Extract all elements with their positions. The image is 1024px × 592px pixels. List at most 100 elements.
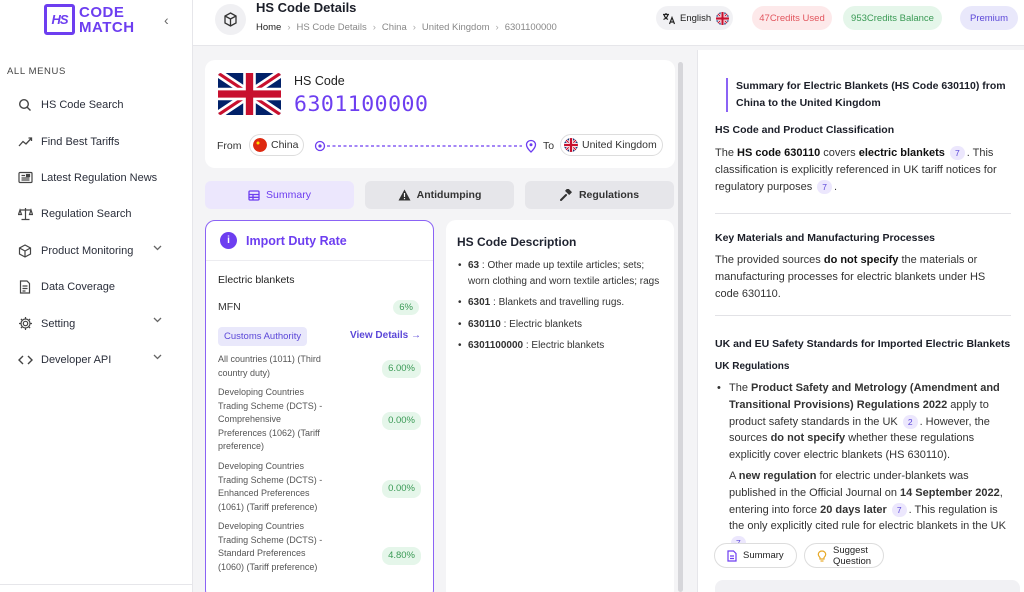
logo-text: CODE MATCH [79, 5, 135, 35]
sidebar-item-label: Data Coverage [41, 281, 115, 294]
uk-flag-icon [716, 11, 730, 25]
duty-rate-name: Developing Countries Trading Scheme (DCT… [218, 387, 323, 451]
section-paragraph: The provided sources do not specify the … [715, 252, 1007, 302]
credits-balance-badge: 953Credits Balance [843, 6, 942, 30]
citation-badge[interactable]: 7 [891, 502, 907, 517]
sidebar-item-setting[interactable]: Setting [0, 305, 193, 341]
bold-run: do not specify [823, 254, 899, 266]
tab-label: Antidumping [416, 189, 482, 201]
description-code: 63 [468, 260, 480, 271]
cube-icon[interactable] [215, 4, 246, 35]
citation-badge[interactable]: 7 [817, 179, 833, 194]
from-country-chip[interactable]: China [249, 134, 305, 156]
divider [715, 315, 1011, 316]
tab-label: Regulations [578, 189, 640, 201]
language-selector[interactable]: English [656, 6, 733, 30]
breadcrumb-item[interactable]: United Kingdom [422, 22, 490, 33]
sidebar-item-label: Find Best Tariffs [41, 135, 120, 148]
sidebar-item-data-coverage[interactable]: Data Coverage [0, 269, 193, 305]
bold-run: 14 September 2022 [900, 486, 1000, 499]
description-item: 6301 : Blankets and travelling rugs. [458, 295, 663, 311]
chip-label: Summary [743, 550, 784, 561]
text-run: . [834, 180, 838, 193]
hs-code-value: 6301100000 [294, 92, 429, 117]
sidebar-item-hs-code-search[interactable]: HS Code Search [0, 87, 193, 123]
chevron-down-icon[interactable] [153, 245, 162, 251]
bullet-item: A new regulation for electric under-blan… [729, 468, 1007, 543]
import-duty-card: i Import Duty Rate Electric blankets MFN… [205, 220, 434, 592]
sidebar-item-label: Setting [41, 317, 76, 330]
chevron-right-icon: › [495, 22, 499, 33]
duty-title: Import Duty Rate [246, 233, 347, 248]
tab-summary[interactable]: Summary [205, 181, 354, 209]
suggest-question-chip[interactable]: Suggest Question [804, 543, 885, 568]
logo-line1: CODE [79, 3, 125, 21]
duty-rate-row: Developing Countries Trading Scheme (DCT… [218, 460, 433, 514]
to-label: To [543, 140, 555, 152]
description-text: : Other made up textile articles; sets; … [468, 260, 660, 287]
sidebar-divider [0, 584, 193, 585]
sidebar-item-product-monitoring[interactable]: Product Monitoring [0, 233, 193, 269]
view-details-link[interactable]: View Details → [350, 330, 421, 341]
chevron-down-icon[interactable] [153, 354, 162, 360]
description-code: 6301100000 [468, 340, 524, 351]
description-item: 6301100000 : Electric blankets [458, 338, 663, 354]
citation-badge[interactable]: 7 [731, 536, 746, 543]
search-icon [17, 97, 33, 113]
uk-flag-icon [218, 73, 281, 115]
duty-rate-value: 0.00% [382, 480, 421, 498]
premium-badge[interactable]: Premium [960, 6, 1018, 30]
mfn-badge: 6% [393, 300, 419, 315]
chevron-right-icon: › [372, 22, 376, 33]
tab-antidumping[interactable]: Antidumping [365, 181, 514, 209]
section-heading: HS Code and Product Classification [715, 124, 895, 136]
main-scrollbar[interactable] [678, 62, 683, 592]
duty-rate-name: All countries (1011) (Third country duty… [218, 354, 321, 378]
trend-icon [17, 134, 33, 150]
box-icon [17, 243, 33, 259]
logo[interactable]: HS CODE MATCH [44, 4, 135, 35]
description-text: : Electric blankets [503, 318, 582, 330]
chat-input-area[interactable] [715, 580, 1020, 592]
citation-badge[interactable]: 2 [902, 414, 918, 429]
breadcrumb: Home › HS Code Details › China › United … [256, 22, 563, 33]
hs-code-label: HS Code [294, 74, 345, 88]
duty-rate-row: All countries (1011) (Third country duty… [218, 353, 433, 380]
sidebar-item-regulation-search[interactable]: Regulation Search [0, 196, 193, 232]
duty-rate-row: Developing Countries Trading Scheme (DCT… [218, 520, 433, 574]
document-icon [17, 279, 33, 295]
breadcrumb-item[interactable]: HS Code Details [297, 22, 367, 33]
sidebar: HS CODE MATCH ‹ ALL MENUS HS Code Search… [0, 0, 193, 592]
mfn-value: 6% [393, 299, 419, 315]
logo-line2: MATCH [79, 18, 135, 36]
sidebar-item-developer-api[interactable]: Developer API [0, 342, 193, 378]
description-item: 630110 : Electric blankets [458, 317, 663, 333]
description-code: 630110 [468, 318, 501, 330]
sidebar-item-latest-regulation-news[interactable]: Latest Regulation News [0, 160, 193, 196]
breadcrumb-item[interactable]: China [382, 22, 407, 33]
code-icon [17, 352, 33, 368]
duty-rate-name: Developing Countries Trading Scheme (DCT… [218, 521, 323, 572]
duty-header: i Import Duty Rate [206, 221, 433, 261]
to-country-label: United Kingdom [582, 139, 657, 151]
collapse-sidebar-icon[interactable]: ‹ [164, 12, 169, 28]
scale-icon [17, 206, 33, 222]
bold-run: do not specify [770, 432, 846, 445]
chip-label: Suggest Question [833, 544, 872, 567]
summary-chip[interactable]: Summary [714, 543, 797, 568]
to-country-chip[interactable]: United Kingdom [560, 134, 663, 156]
route-row: From China To United Kingdom [217, 133, 667, 159]
document-icon [727, 549, 737, 562]
section-subheading: UK Regulations [715, 361, 790, 372]
tab-regulations[interactable]: Regulations [525, 181, 674, 209]
logo-mark: HS [44, 4, 75, 35]
breadcrumb-home[interactable]: Home [256, 22, 281, 33]
divider [715, 213, 1011, 214]
table-icon [248, 189, 260, 201]
sidebar-item-find-best-tariffs[interactable]: Find Best Tariffs [0, 123, 193, 159]
menu-section-title: ALL MENUS [7, 66, 66, 77]
sidebar-item-label: Developer API [41, 353, 112, 366]
description-item: 63 : Other made up textile articles; set… [458, 258, 663, 289]
citation-badge[interactable]: 7 [949, 146, 965, 160]
chevron-down-icon[interactable] [153, 317, 162, 323]
